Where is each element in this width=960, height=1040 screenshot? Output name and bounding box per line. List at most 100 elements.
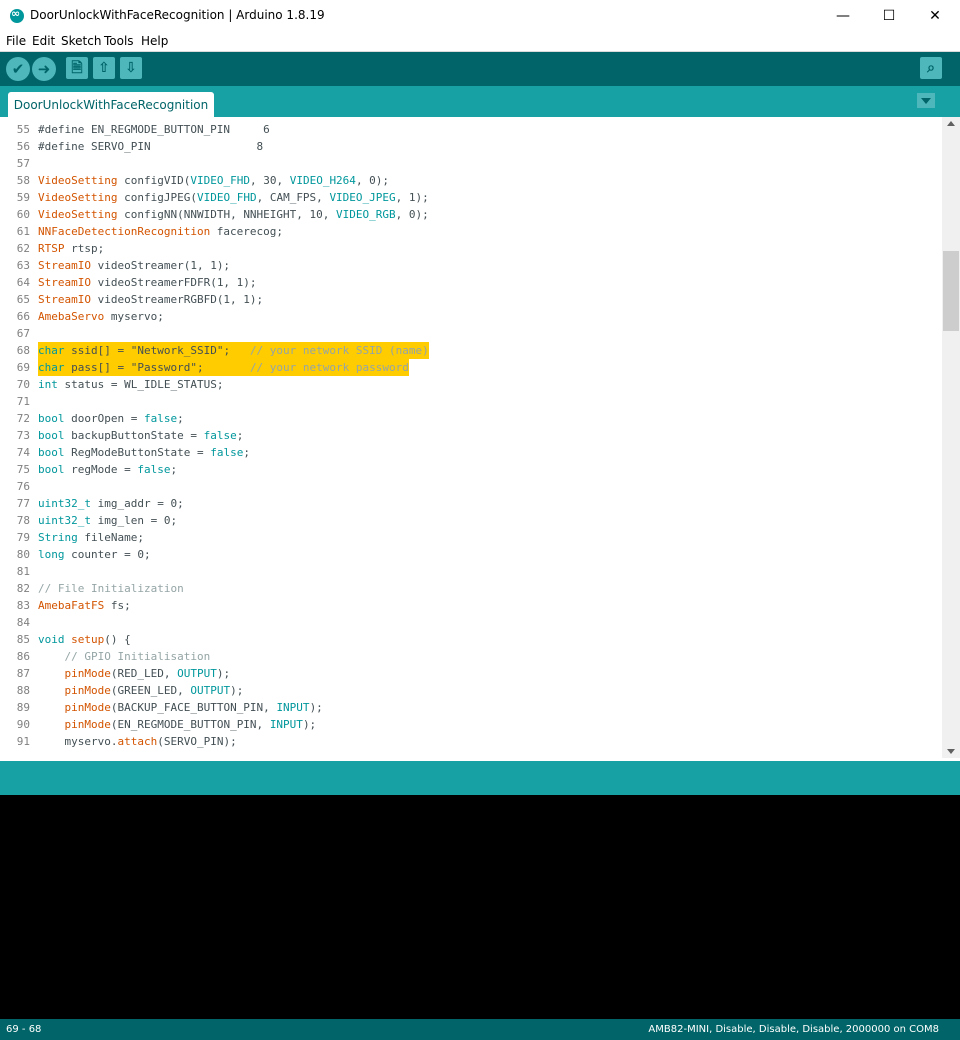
upload-icon[interactable]: ➜ (32, 57, 56, 81)
verify-icon[interactable]: ✔ (6, 57, 30, 81)
code-line[interactable]: 88 pinMode(GREEN_LED, OUTPUT); (0, 682, 942, 699)
code-line[interactable]: 60 VideoSetting configNN(NNWIDTH, NNHEIGH… (0, 206, 942, 223)
code-text: NNFaceDetectionRecognition facerecog; (38, 225, 284, 238)
menu-tools[interactable]: Tools (104, 34, 134, 48)
code-line[interactable]: 78 uint32_t img_len = 0; (0, 512, 942, 529)
new-sketch-icon[interactable]: 🗎 (66, 57, 88, 79)
menu-sketch[interactable]: Sketch (61, 34, 101, 48)
code-line[interactable]: 58 VideoSetting configVID(VIDEO_FHD, 30, … (0, 172, 942, 189)
code-line[interactable]: 83 AmebaFatFS fs; (0, 597, 942, 614)
code-text: int status = WL_IDLE_STATUS; (38, 378, 224, 391)
line-number: 57 (16, 157, 30, 170)
line-number: 55 (16, 123, 30, 136)
line-number: 67 (16, 327, 30, 340)
code-text: char ssid[] = "Network_SSID"; // your ne… (38, 342, 429, 359)
code-line[interactable]: 61 NNFaceDetectionRecognition facerecog; (0, 223, 942, 240)
code-text: myservo.attach(SERVO_PIN); (38, 735, 237, 748)
menu-help[interactable]: Help (141, 34, 168, 48)
line-number: 70 (16, 378, 30, 391)
board-port-status: AMB82-MINI, Disable, Disable, Disable, 2… (648, 1024, 939, 1035)
code-text: StreamIO videoStreamer(1, 1); (38, 259, 231, 272)
line-number: 66 (16, 310, 30, 323)
code-line[interactable]: 72 bool doorOpen = false; (0, 410, 942, 427)
maximize-button[interactable]: ☐ (866, 0, 912, 32)
code-text: char pass[] = "Password"; // your networ… (38, 359, 409, 376)
code-text: AmebaServo myservo; (38, 310, 164, 323)
line-number: 77 (16, 497, 30, 510)
code-line[interactable]: 59 VideoSetting configJPEG(VIDEO_FHD, CAM… (0, 189, 942, 206)
code-line[interactable]: 64 StreamIO videoStreamerFDFR(1, 1); (0, 274, 942, 291)
code-line[interactable]: 66 AmebaServo myservo; (0, 308, 942, 325)
tab-menu-chevron-down-icon[interactable] (917, 93, 935, 108)
code-line[interactable]: 87 pinMode(RED_LED, OUTPUT); (0, 665, 942, 682)
line-number: 71 (16, 395, 30, 408)
menu-file[interactable]: File (6, 34, 26, 48)
code-line[interactable]: 76 (0, 478, 942, 495)
arduino-logo-icon (10, 7, 24, 23)
code-text: bool doorOpen = false; (38, 412, 184, 425)
code-line[interactable]: 84 (0, 614, 942, 631)
code-line[interactable]: 77 uint32_t img_addr = 0; (0, 495, 942, 512)
code-line[interactable]: 68 char ssid[] = "Network_SSID"; // your … (0, 342, 942, 359)
menu-edit[interactable]: Edit (32, 34, 55, 48)
line-number: 79 (16, 531, 30, 544)
line-number: 63 (16, 259, 30, 272)
code-line[interactable]: 91 myservo.attach(SERVO_PIN); (0, 733, 942, 750)
line-number: 83 (16, 599, 30, 612)
line-number: 91 (16, 735, 30, 748)
line-number: 64 (16, 276, 30, 289)
code-line[interactable]: 69 char pass[] = "Password"; // your netw… (0, 359, 942, 376)
code-line[interactable]: 55 #define EN_REGMODE_BUTTON_PIN 6 (0, 121, 942, 138)
code-line[interactable]: 80 long counter = 0; (0, 546, 942, 563)
minimize-button[interactable]: — (820, 0, 866, 32)
line-number: 75 (16, 463, 30, 476)
code-line[interactable]: 67 (0, 325, 942, 342)
serial-monitor-icon[interactable]: ⌕ (920, 57, 942, 79)
code-line[interactable]: 70 int status = WL_IDLE_STATUS; (0, 376, 942, 393)
code-line[interactable]: 86 // GPIO Initialisation (0, 648, 942, 665)
code-text: #define SERVO_PIN 8 (38, 140, 264, 153)
code-line[interactable]: 74 bool RegModeButtonState = false; (0, 444, 942, 461)
scroll-up-icon[interactable] (947, 121, 955, 126)
code-text: String fileName; (38, 531, 144, 544)
code-line[interactable]: 62 RTSP rtsp; (0, 240, 942, 257)
tab-bar: DoorUnlockWithFaceRecognition (0, 86, 960, 117)
code-line[interactable]: 85 void setup() { (0, 631, 942, 648)
code-text: VideoSetting configJPEG(VIDEO_FHD, CAM_F… (38, 191, 429, 204)
editor-vertical-scrollbar[interactable] (942, 117, 960, 758)
code-line[interactable]: 71 (0, 393, 942, 410)
menu-bar: File Edit Sketch Tools Help (0, 32, 960, 52)
code-line[interactable]: 73 bool backupButtonState = false; (0, 427, 942, 444)
line-number: 90 (16, 718, 30, 731)
line-number: 88 (16, 684, 30, 697)
code-line[interactable]: 89 pinMode(BACKUP_FACE_BUTTON_PIN, INPUT… (0, 699, 942, 716)
code-line[interactable]: 90 pinMode(EN_REGMODE_BUTTON_PIN, INPUT)… (0, 716, 942, 733)
save-sketch-icon[interactable]: ⇩ (120, 57, 142, 79)
code-line[interactable]: 56 #define SERVO_PIN 8 (0, 138, 942, 155)
code-text: bool backupButtonState = false; (38, 429, 244, 442)
line-number: 73 (16, 429, 30, 442)
line-number-status: 69 - 68 (6, 1024, 42, 1035)
line-number: 62 (16, 242, 30, 255)
close-button[interactable]: ✕ (912, 0, 958, 32)
code-line[interactable]: 75 bool regMode = false; (0, 461, 942, 478)
tab-sketch[interactable]: DoorUnlockWithFaceRecognition (8, 92, 214, 117)
scrollbar-thumb[interactable] (943, 251, 959, 331)
line-number: 86 (16, 650, 30, 663)
code-text: bool RegModeButtonState = false; (38, 446, 250, 459)
scroll-down-icon[interactable] (947, 749, 955, 754)
line-number: 60 (16, 208, 30, 221)
code-line[interactable]: 81 (0, 563, 942, 580)
line-number: 59 (16, 191, 30, 204)
code-line[interactable]: 82 // File Initialization (0, 580, 942, 597)
code-line[interactable]: 79 String fileName; (0, 529, 942, 546)
code-line[interactable]: 65 StreamIO videoStreamerRGBFD(1, 1); (0, 291, 942, 308)
code-line[interactable]: 63 StreamIO videoStreamer(1, 1); (0, 257, 942, 274)
line-number: 56 (16, 140, 30, 153)
code-line[interactable]: 57 (0, 155, 942, 172)
code-editor[interactable]: 55 #define EN_REGMODE_BUTTON_PIN 6 56 #defi… (0, 117, 942, 758)
console-output[interactable] (0, 795, 960, 1019)
code-text: void setup() { (38, 633, 131, 646)
open-sketch-icon[interactable]: ⇧ (93, 57, 115, 79)
line-number: 81 (16, 565, 30, 578)
